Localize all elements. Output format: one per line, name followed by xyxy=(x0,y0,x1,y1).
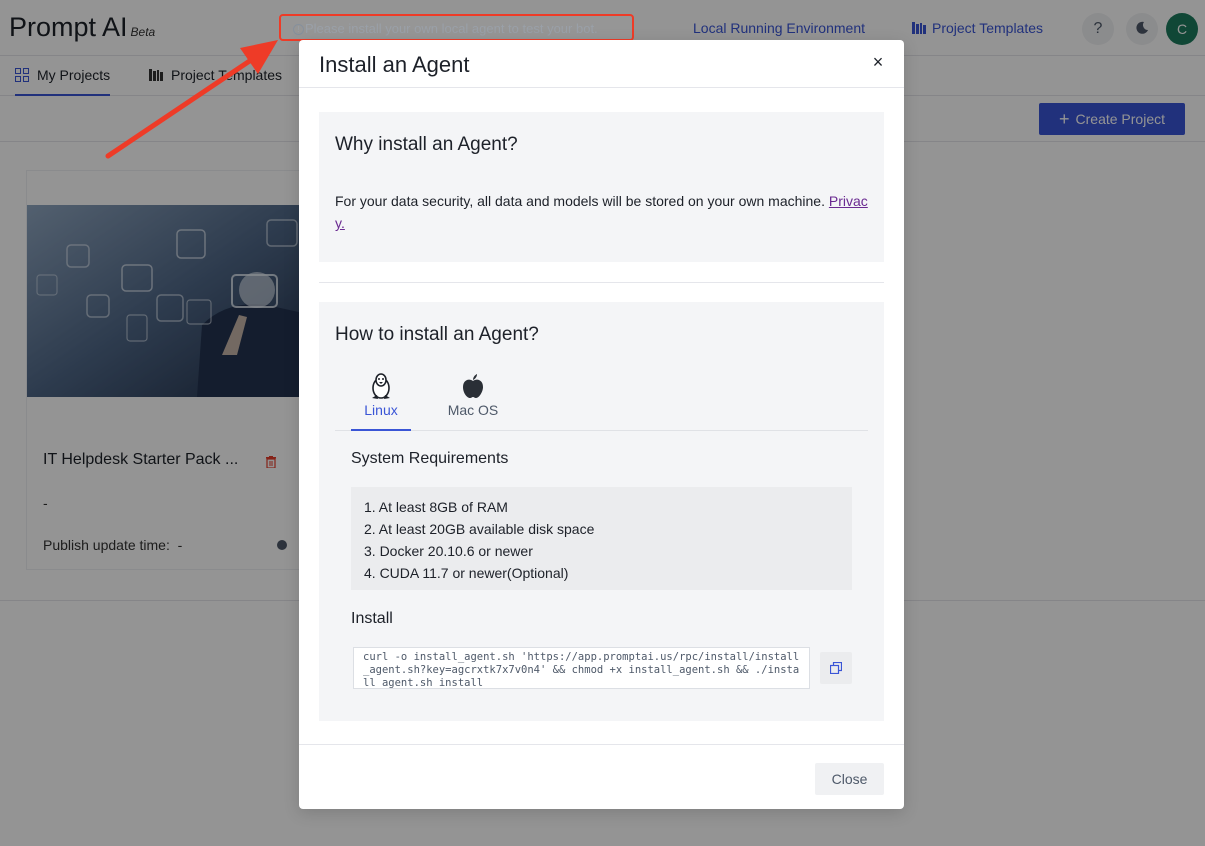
modal-header: Install an Agent × xyxy=(299,40,904,88)
requirement-item: 2. At least 20GB available disk space xyxy=(364,521,595,537)
how-title: How to install an Agent? xyxy=(335,324,539,345)
install-command[interactable]: curl -o install_agent.sh 'https://app.pr… xyxy=(353,647,810,689)
why-text-body: For your data security, all data and mod… xyxy=(335,193,829,209)
os-tabs: Linux Mac OS xyxy=(335,368,868,431)
requirement-item: 3. Docker 20.10.6 or newer xyxy=(364,543,533,559)
why-text: For your data security, all data and mod… xyxy=(335,190,869,234)
how-section: How to install an Agent? Linux Mac OS Sy… xyxy=(319,302,884,721)
why-section: Why install an Agent? For your data secu… xyxy=(319,112,884,262)
annotation-arrow xyxy=(105,40,278,159)
section-divider xyxy=(319,282,884,283)
linux-icon xyxy=(372,373,390,399)
install-title: Install xyxy=(351,610,393,627)
apple-icon xyxy=(463,374,483,398)
requirement-item: 1. At least 8GB of RAM xyxy=(364,499,508,515)
modal-title: Install an Agent xyxy=(319,52,470,77)
requirements-list: 1. At least 8GB of RAM 2. At least 20GB … xyxy=(351,487,852,590)
close-icon[interactable]: × xyxy=(870,53,886,71)
agent-warning-banner: ! Please install your own local agent to … xyxy=(279,14,634,41)
tab-mac-os[interactable]: Mac OS xyxy=(446,368,500,431)
install-agent-modal: Install an Agent × Why install an Agent?… xyxy=(299,40,904,809)
copy-icon xyxy=(830,662,842,674)
close-button[interactable]: Close xyxy=(815,763,884,795)
tab-linux[interactable]: Linux xyxy=(351,368,411,431)
requirement-item: 4. CUDA 11.7 or newer(Optional) xyxy=(364,565,569,581)
why-title: Why install an Agent? xyxy=(335,134,518,155)
system-requirements-title: System Requirements xyxy=(351,450,509,467)
modal-footer: Close xyxy=(299,744,904,809)
tab-mac-os-label: Mac OS xyxy=(447,402,499,418)
tab-linux-label: Linux xyxy=(364,402,398,418)
agent-warning-text: Please install your own local agent to t… xyxy=(305,21,598,36)
copy-button[interactable] xyxy=(820,652,852,684)
